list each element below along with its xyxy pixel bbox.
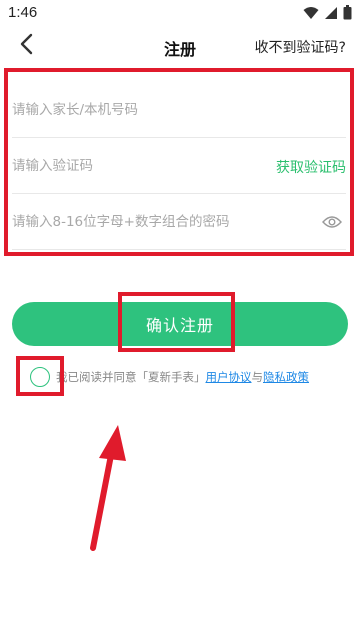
get-code-button[interactable]: 获取验证码 [276, 157, 346, 177]
password-row [12, 194, 346, 250]
phone-input[interactable] [12, 82, 346, 138]
status-time: 1:46 [8, 4, 38, 21]
status-icons [303, 5, 352, 24]
battery-icon [343, 5, 352, 24]
verification-code-input[interactable] [12, 138, 252, 194]
privacy-policy-link[interactable]: 隐私政策 [263, 369, 309, 385]
status-bar: 1:46 [0, 0, 360, 26]
password-input[interactable] [12, 194, 312, 250]
back-icon [19, 33, 33, 59]
confirm-register-button[interactable]: 确认注册 [12, 302, 348, 346]
no-code-help-link[interactable]: 收不到验证码? [255, 37, 346, 57]
registration-form: 获取验证码 [4, 68, 354, 256]
phone-row [12, 82, 346, 138]
wifi-icon [303, 5, 319, 24]
agreement-checkbox[interactable] [30, 367, 50, 387]
signal-icon [324, 5, 338, 24]
code-row: 获取验证码 [12, 138, 346, 194]
confirm-register-label: 确认注册 [145, 316, 214, 335]
agreement-row: 我已阅读并同意「夏新手表」 用户协议 与 隐私政策 [30, 366, 355, 388]
eye-icon[interactable] [320, 210, 344, 234]
agreement-text: 我已阅读并同意「夏新手表」 [56, 370, 206, 384]
back-button[interactable] [12, 32, 40, 60]
nav-bar: 注册 收不到验证码? [0, 26, 360, 66]
user-agreement-link[interactable]: 用户协议 [206, 369, 252, 385]
agreement-conjunction: 与 [251, 370, 264, 384]
